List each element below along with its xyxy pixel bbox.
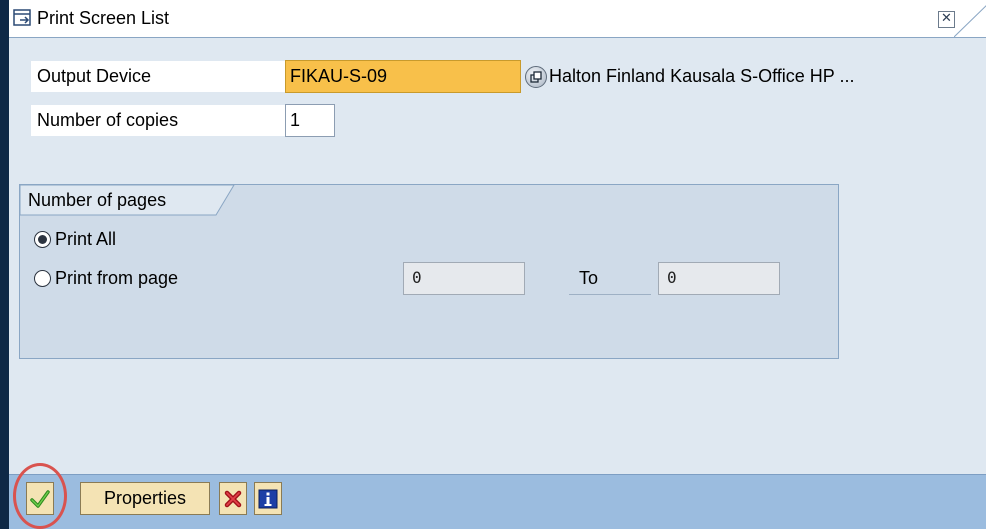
from-page-field[interactable]: 0 [403, 262, 525, 295]
dialog-window-icon [13, 9, 33, 27]
copies-field[interactable]: 1 [285, 104, 335, 137]
print-all-option[interactable]: Print All [34, 225, 116, 253]
to-label: To [569, 262, 651, 295]
print-all-radio[interactable] [34, 230, 51, 248]
properties-button[interactable]: Properties [80, 482, 210, 515]
copies-label: Number of copies [30, 104, 286, 137]
close-icon[interactable]: ✕ [938, 11, 955, 28]
cancel-icon [224, 490, 242, 507]
dialog-content: Output Device FIKAU-S-09 Halton Finland … [9, 38, 986, 474]
dialog-titlebar: Print Screen List ✕ [9, 0, 986, 38]
value-help-icon[interactable] [525, 66, 547, 88]
cancel-button[interactable] [219, 482, 247, 515]
window-frame-edge [0, 0, 9, 529]
titlebar-slant [954, 5, 986, 38]
print-from-option[interactable]: Print from page [34, 264, 178, 292]
group-title: Number of pages [28, 190, 167, 210]
output-device-label: Output Device [30, 60, 286, 93]
print-from-radio[interactable] [34, 269, 51, 287]
print-all-label: Print All [55, 228, 117, 249]
number-of-pages-group: Number of pages Print All Print from pag… [19, 184, 839, 359]
output-device-field[interactable]: FIKAU-S-09 [285, 60, 521, 93]
annotation-highlight-circle [13, 463, 67, 529]
dialog-title: Print Screen List [37, 8, 170, 28]
print-from-label: Print from page [55, 267, 179, 288]
info-button[interactable] [254, 482, 282, 515]
dialog-toolbar: Properties [9, 474, 986, 529]
output-device-description: Halton Finland Kausala S-Office HP ... [549, 66, 855, 86]
to-page-field[interactable]: 0 [658, 262, 780, 295]
info-icon [258, 489, 278, 508]
